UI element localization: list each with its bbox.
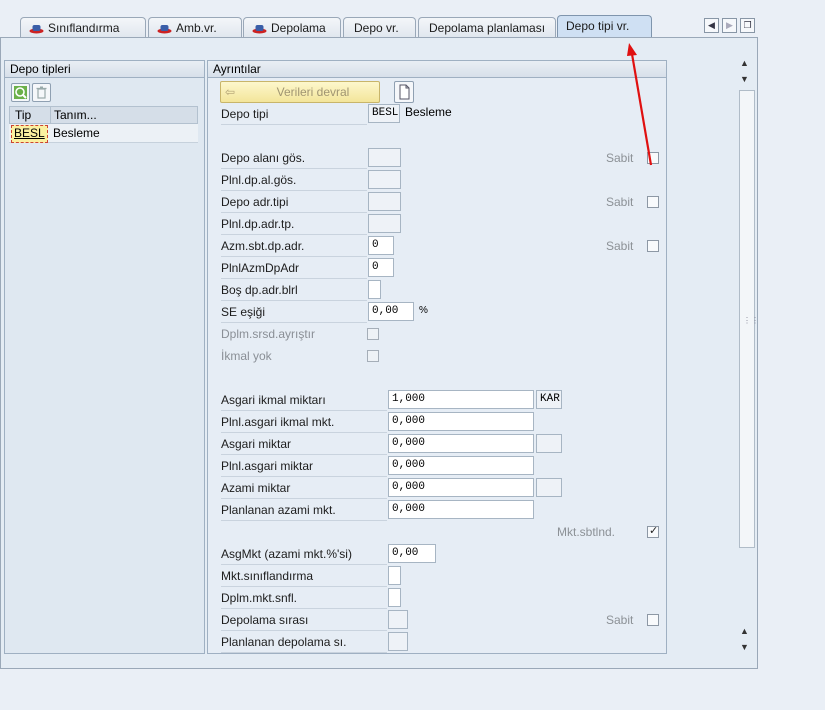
asgmkt-input[interactable]: 0,00 [388,544,436,563]
asgari-miktar-input[interactable]: 0,000 [388,434,534,453]
asgari-miktar-label: Asgari miktar [221,434,387,455]
azami-miktar-unit [536,478,562,497]
sabit-label: Sabit [606,613,634,627]
details-icon[interactable] [11,83,30,102]
hat-icon [29,25,44,34]
asgmkt-label: AsgMkt (azami mkt.%'si) [221,544,387,565]
tab-strip: Sınıflandırma Amb.vr. Depolama Depo vr. … [0,0,825,38]
mkt-sbtlnd-checkbox[interactable] [647,524,659,538]
tab-amb-vr[interactable]: Amb.vr. [148,17,242,38]
bos-dp-input[interactable] [368,280,381,299]
column-tip[interactable]: Tip [15,107,31,123]
plnl-asgari-miktar-input[interactable]: 0,000 [388,456,534,475]
transfer-data-label: Verileri devral [276,85,350,99]
asgari-ikmal-label: Asgari ikmal miktarı [221,390,387,411]
tab-label: Amb.vr. [176,21,217,35]
table-header: Tip Tanım... [9,106,198,124]
plnl-dp-al-gos-input[interactable] [368,170,401,189]
sabit-label: Sabit [606,239,634,253]
ikmal-yok-checkbox[interactable] [367,350,379,362]
plnl-dp-adr-tp-label: Plnl.dp.adr.tp. [221,214,367,235]
tab-siniflandirma[interactable]: Sınıflandırma [20,17,146,38]
tab-scroll-right-icon[interactable]: ▶ [722,18,737,33]
scroll-down-icon[interactable]: ▼ [740,74,749,84]
grip-icon: ⋮⋮ [743,316,759,325]
plnl-asgari-ikmal-input[interactable]: 0,000 [388,412,534,431]
depo-tipi-label: Depo tipi [221,104,367,125]
dplm-mkt-snfl-label: Dplm.mkt.snfl. [221,588,387,609]
tab-label: Depo tipi vr. [566,19,630,33]
se-esigi-label: SE eşiği [221,302,367,323]
row-tip[interactable]: BESL [11,125,48,143]
table-row[interactable]: BESL Besleme [9,124,198,143]
tab-label: Depo vr. [354,21,399,35]
sabit-checkbox[interactable] [647,196,659,208]
tab-depolama-planlamasi[interactable]: Depolama planlaması [418,17,556,38]
planlanan-depolama-label: Planlanan depolama sı. [221,632,387,653]
planlanan-depolama-input[interactable] [388,632,408,651]
plnl-dp-al-gos-label: Plnl.dp.al.gös. [221,170,367,191]
plnl-asgari-miktar-label: Plnl.asgari miktar [221,456,387,477]
dplm-srsd-checkbox[interactable] [367,328,379,340]
tab-depolama[interactable]: Depolama [243,17,341,38]
depo-tipi-desc: Besleme [405,105,452,119]
azm-sbt-input[interactable]: 0 [368,236,394,255]
depolama-sirasi-input[interactable] [388,610,408,629]
delete-icon[interactable] [32,83,51,102]
depo-tipleri-header: Depo tipleri [4,60,205,78]
sabit-label: Sabit [606,195,634,209]
azami-miktar-label: Azami miktar [221,478,387,499]
scroll-down-icon[interactable]: ▼ [740,642,749,652]
bos-dp-label: Boş dp.adr.blrl [221,280,367,301]
sabit-checkbox[interactable] [647,614,659,626]
plnl-azm-label: PlnlAzmDpAdr [221,258,367,279]
ayrintilar-header: Ayrıntılar [207,60,667,78]
tab-scroll-left-icon[interactable]: ◀ [704,18,719,33]
tab-depo-vr[interactable]: Depo vr. [343,17,416,38]
annotation-arrow-icon [627,43,653,166]
sabit-checkbox[interactable] [647,240,659,252]
plnl-dp-adr-tp-input[interactable] [368,214,401,233]
transfer-data-button[interactable]: ⇦ Verileri devral [220,81,380,103]
depo-alani-gos-label: Depo alanı gös. [221,148,367,169]
depo-tipi-field: BESL [368,104,400,123]
tab-list-icon[interactable]: ❐ [740,18,755,33]
depo-tipleri-panel [4,60,205,654]
planlanan-azami-input[interactable]: 0,000 [388,500,534,519]
ikmal-yok-label: İkmal yok [221,349,272,363]
scroll-up-icon[interactable]: ▲ [740,626,749,636]
mkt-sbtlnd-label: Mkt.sbtlnd. [557,525,616,539]
se-esigi-input[interactable]: 0,00 [368,302,414,321]
depolama-sirasi-label: Depolama sırası [221,610,387,631]
depo-alani-gos-input[interactable] [368,148,401,167]
depo-adr-tipi-input[interactable] [368,192,401,211]
column-tanim[interactable]: Tanım... [54,107,97,123]
tab-depo-tipi-vr[interactable]: Depo tipi vr. [557,15,652,38]
dplm-srsd-label: Dplm.srsd.ayrıştır [221,327,316,341]
scroll-up-icon[interactable]: ▲ [740,58,749,68]
hat-icon [157,25,172,34]
azm-sbt-label: Azm.sbt.dp.adr. [221,236,367,257]
tab-label: Depolama [271,21,326,35]
mkt-sinif-input[interactable] [388,566,401,585]
asgari-miktar-unit [536,434,562,453]
new-document-icon[interactable] [394,81,414,103]
row-tanim: Besleme [53,126,100,140]
planlanan-azami-label: Planlanan azami mkt. [221,500,387,521]
asgari-ikmal-input[interactable]: 1,000 [388,390,534,409]
dplm-mkt-snfl-input[interactable] [388,588,401,607]
se-esigi-unit: % [419,305,428,316]
azami-miktar-input[interactable]: 0,000 [388,478,534,497]
tab-label: Depolama planlaması [429,21,546,35]
asgari-ikmal-unit: KAR [536,390,562,409]
tab-label: Sınıflandırma [48,21,120,35]
plnl-asgari-ikmal-label: Plnl.asgari ikmal mkt. [221,412,387,433]
hat-icon [252,25,267,34]
plnl-azm-input[interactable]: 0 [368,258,394,277]
depo-adr-tipi-label: Depo adr.tipi [221,192,367,213]
mkt-sinif-label: Mkt.sınıflandırma [221,566,387,587]
